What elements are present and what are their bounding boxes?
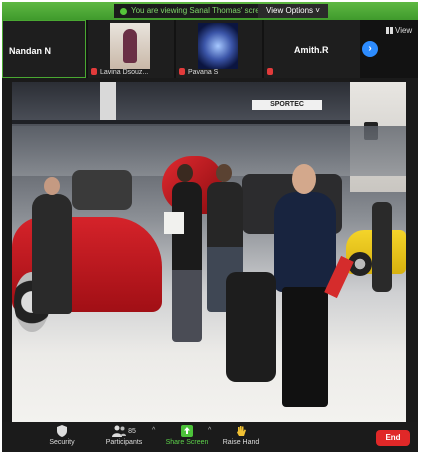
raise-hand-button[interactable]: Raise Hand: [216, 425, 266, 446]
gallery-strip: Nandan N Lavina Dsouz... Pavana S Amith.…: [2, 20, 418, 78]
participants-count: 85: [128, 427, 136, 435]
participant-name: Amith.R: [294, 45, 329, 55]
viewing-screen-text: You are viewing Sanal Thomas' screen: [131, 6, 269, 15]
participant-tile[interactable]: Lavina Dsouz...: [88, 20, 174, 78]
participant-video: [110, 23, 150, 69]
person: [274, 192, 336, 292]
crowd: [72, 170, 132, 210]
raise-hand-icon: [237, 426, 246, 436]
participants-options-caret[interactable]: ^: [152, 427, 155, 434]
person-legs: [282, 287, 328, 407]
participant-tile[interactable]: Nandan N: [2, 20, 86, 78]
person-head: [292, 164, 316, 194]
white-bag: [164, 212, 184, 234]
participants-icon: [112, 425, 127, 437]
person: [372, 202, 392, 292]
person-head: [177, 164, 193, 182]
view-label: View: [395, 26, 413, 35]
ceiling: [12, 82, 406, 122]
truss: [12, 120, 406, 124]
gallery-view-icon: [386, 27, 393, 34]
sportec-sign: SPORTEC: [252, 100, 322, 110]
zoom-meeting-window: You are viewing Sanal Thomas' screen Vie…: [2, 2, 418, 452]
participants-label: Participants: [105, 439, 143, 446]
muted-mic-icon: [267, 68, 273, 75]
person: [32, 194, 72, 314]
muted-mic-icon: [179, 68, 185, 75]
person: [172, 182, 202, 342]
end-meeting-button[interactable]: End: [376, 430, 410, 446]
share-screen-icon: [181, 425, 193, 437]
security-label: Security: [49, 439, 75, 446]
person-head: [44, 177, 60, 195]
muted-mic-icon: [91, 68, 97, 75]
view-options-button[interactable]: View Options ˅: [258, 4, 328, 18]
participant-tile[interactable]: Pavana S: [176, 20, 262, 78]
participant-video: [198, 23, 238, 69]
participant-name: Nandan N: [9, 46, 52, 56]
participant-name: Lavina Dsouz...: [100, 69, 149, 76]
next-page-button[interactable]: ›: [362, 41, 378, 57]
participant-name: Pavana S: [188, 69, 219, 76]
share-screen-button[interactable]: Share Screen: [162, 425, 212, 446]
share-screen-label: Share Screen: [165, 439, 209, 446]
shield-icon: [120, 7, 127, 15]
person-head: [216, 164, 232, 182]
raise-hand-label: Raise Hand: [222, 439, 260, 446]
shared-screen: SPORTEC: [12, 82, 406, 422]
meeting-toolbar: Security 85 Participants ^ Share Screen …: [2, 422, 418, 452]
view-button[interactable]: View: [386, 26, 412, 35]
viewing-screen-banner: You are viewing Sanal Thomas' screen: [114, 4, 275, 18]
hanging-banner: [100, 82, 116, 120]
participants-button[interactable]: 85 Participants: [94, 425, 154, 446]
security-button[interactable]: Security: [42, 425, 82, 446]
jacket-in-hand: [226, 272, 276, 382]
share-options-caret[interactable]: ^: [208, 427, 211, 434]
shield-icon: [57, 425, 67, 437]
participant-tile[interactable]: Amith.R: [264, 20, 360, 78]
